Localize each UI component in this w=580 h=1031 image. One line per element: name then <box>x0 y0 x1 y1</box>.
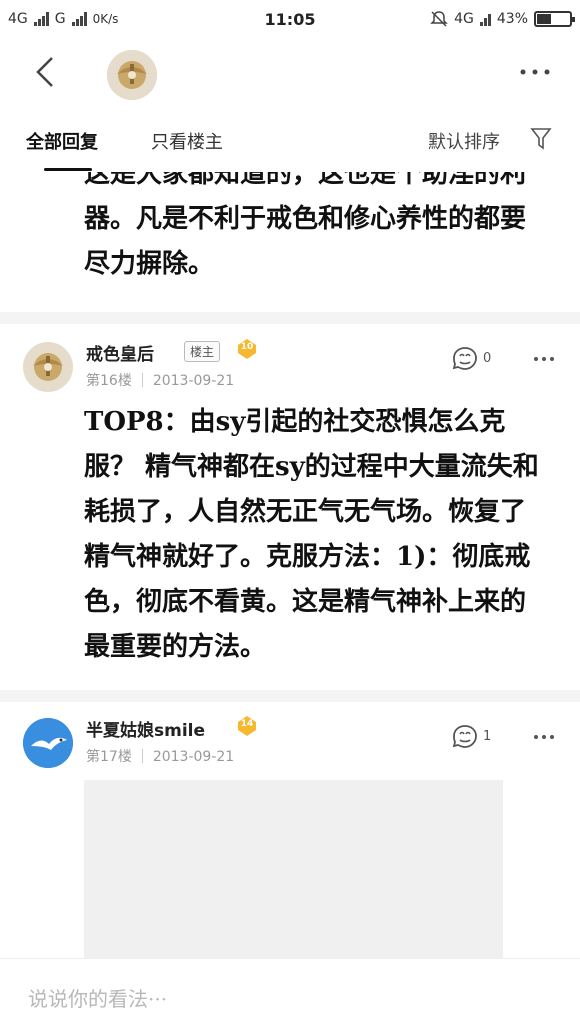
signal-icon-2 <box>71 12 87 26</box>
floor-divider <box>0 690 580 702</box>
active-tab-indicator <box>44 168 92 171</box>
back-arrow-icon[interactable] <box>28 52 64 92</box>
avatar[interactable] <box>23 342 73 392</box>
reply-floor-16: 戒色皇后 楼主 10 第16楼 2013-09-21 0 TOP8：由sy引起的社… <box>0 324 580 690</box>
avatar[interactable] <box>23 718 73 768</box>
filter-icon[interactable] <box>530 126 552 152</box>
battery-percent: 43% <box>496 11 528 27</box>
floor-number: 第16楼 <box>86 373 132 389</box>
level-number: 14 <box>240 719 254 729</box>
floor-divider <box>0 312 580 324</box>
more-options-icon[interactable] <box>518 66 552 78</box>
status-bar: 4G G 0K/s 11:05 4G 43% <box>0 0 580 38</box>
network-label-3: 4G <box>454 11 474 27</box>
battery-icon <box>534 11 575 27</box>
reply-body: TOP8：由sy引起的社交恐惧怎么克服？ 精气神都在sy的过程中大量流失和耗损了… <box>84 407 539 662</box>
author-name[interactable]: 戒色皇后 <box>86 340 154 365</box>
signal-icon-3 <box>479 12 491 26</box>
level-badge-icon: 14 <box>236 715 258 737</box>
owner-badge: 楼主 <box>184 341 221 362</box>
like-icon[interactable] <box>450 722 480 750</box>
like-icon[interactable] <box>450 344 480 372</box>
signal-icon <box>33 12 49 26</box>
floor-number: 第17楼 <box>86 749 132 765</box>
net-speed: 0K/s <box>92 12 119 26</box>
floor-meta: 第16楼 2013-09-21 <box>86 370 234 390</box>
tab-owner-only[interactable]: 只看楼主 <box>151 128 223 154</box>
network-label-2: G <box>54 11 66 27</box>
emblem-icon <box>23 342 73 392</box>
level-badge-icon: 10 <box>236 338 258 360</box>
reply-image[interactable] <box>84 780 503 958</box>
post-date: 2013-09-21 <box>152 749 235 765</box>
previous-post-text: 这是大家都知道的，这也是个助淫的利器。凡是不利于戒色和修心养性的都要尽力摒除。 <box>84 172 527 279</box>
post-date: 2013-09-21 <box>152 373 235 389</box>
floor-more-icon[interactable] <box>532 733 556 741</box>
like-count: 1 <box>483 729 492 744</box>
top-nav-bar <box>0 38 580 110</box>
mute-icon <box>430 11 448 27</box>
reply-floor-17: 半夏姑娘smile 14 第17楼 2013-09-21 1 <box>0 702 580 958</box>
comment-input[interactable]: 说说你的看法··· <box>28 983 167 1012</box>
thread-author-avatar[interactable] <box>107 50 157 100</box>
comment-bar: 说说你的看法··· <box>0 958 580 1031</box>
author-name[interactable]: 半夏姑娘smile <box>86 716 205 741</box>
floor-more-icon[interactable] <box>532 355 556 363</box>
seagull-icon <box>23 718 73 768</box>
level-number: 10 <box>240 342 254 352</box>
network-label-1: 4G <box>8 11 28 27</box>
floor-meta: 第17楼 2013-09-21 <box>86 746 234 766</box>
reply-tabs: 全部回复 只看楼主 默认排序 <box>0 112 580 172</box>
like-count: 0 <box>483 351 492 366</box>
reply-list[interactable]: 这是大家都知道的，这也是个助淫的利器。凡是不利于戒色和修心养性的都要尽力摒除。 … <box>0 172 580 958</box>
tab-all-replies[interactable]: 全部回复 <box>26 128 98 154</box>
emblem-icon <box>107 50 157 100</box>
sort-selector[interactable]: 默认排序 <box>428 128 500 154</box>
